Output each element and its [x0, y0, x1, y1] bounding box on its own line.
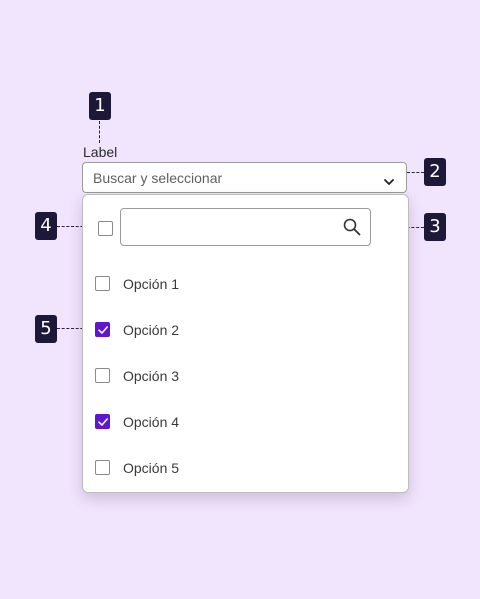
option-checkbox-checked[interactable]: [95, 414, 110, 429]
option-checkbox[interactable]: [95, 368, 110, 383]
option-label: Opción 4: [123, 414, 180, 430]
check-icon: [98, 326, 108, 334]
annotation-badge-5: 5: [35, 315, 57, 343]
option-label: Opción 3: [123, 368, 180, 384]
option-label: Opción 2: [123, 322, 180, 338]
annotation-line-2: [407, 172, 424, 173]
list-item-opcion-2[interactable]: Opción 2: [83, 315, 408, 345]
annotation-badge-2: 2: [424, 158, 446, 186]
list-item-opcion-4[interactable]: Opción 4: [83, 407, 408, 437]
field-label: Label: [83, 144, 118, 160]
search-box: [120, 208, 371, 246]
annotation-badge-3: 3: [424, 213, 446, 241]
dropdown-panel: Opción 1 Opción 2 Opción 3 Opción 4 Opci…: [82, 194, 409, 493]
annotation-line-1: [99, 121, 100, 143]
chevron-down-icon: [384, 173, 394, 191]
list-item-opcion-1[interactable]: Opción 1: [83, 269, 408, 299]
annotation-badge-1: 1: [89, 92, 111, 120]
select-trigger[interactable]: Buscar y seleccionar: [82, 162, 407, 193]
search-input[interactable]: [129, 217, 333, 239]
list-item-opcion-3[interactable]: Opción 3: [83, 361, 408, 391]
check-icon: [98, 418, 108, 426]
option-label: Opción 1: [123, 276, 180, 292]
option-label: Opción 5: [123, 460, 180, 476]
search-icon[interactable]: [343, 218, 361, 241]
select-placeholder: Buscar y seleccionar: [93, 170, 223, 186]
option-checkbox[interactable]: [95, 460, 110, 475]
select-all-checkbox[interactable]: [98, 221, 113, 236]
option-checkbox-checked[interactable]: [95, 322, 110, 337]
list-item-opcion-5[interactable]: Opción 5: [83, 453, 408, 483]
option-checkbox[interactable]: [95, 276, 110, 291]
annotation-badge-4: 4: [35, 212, 57, 240]
